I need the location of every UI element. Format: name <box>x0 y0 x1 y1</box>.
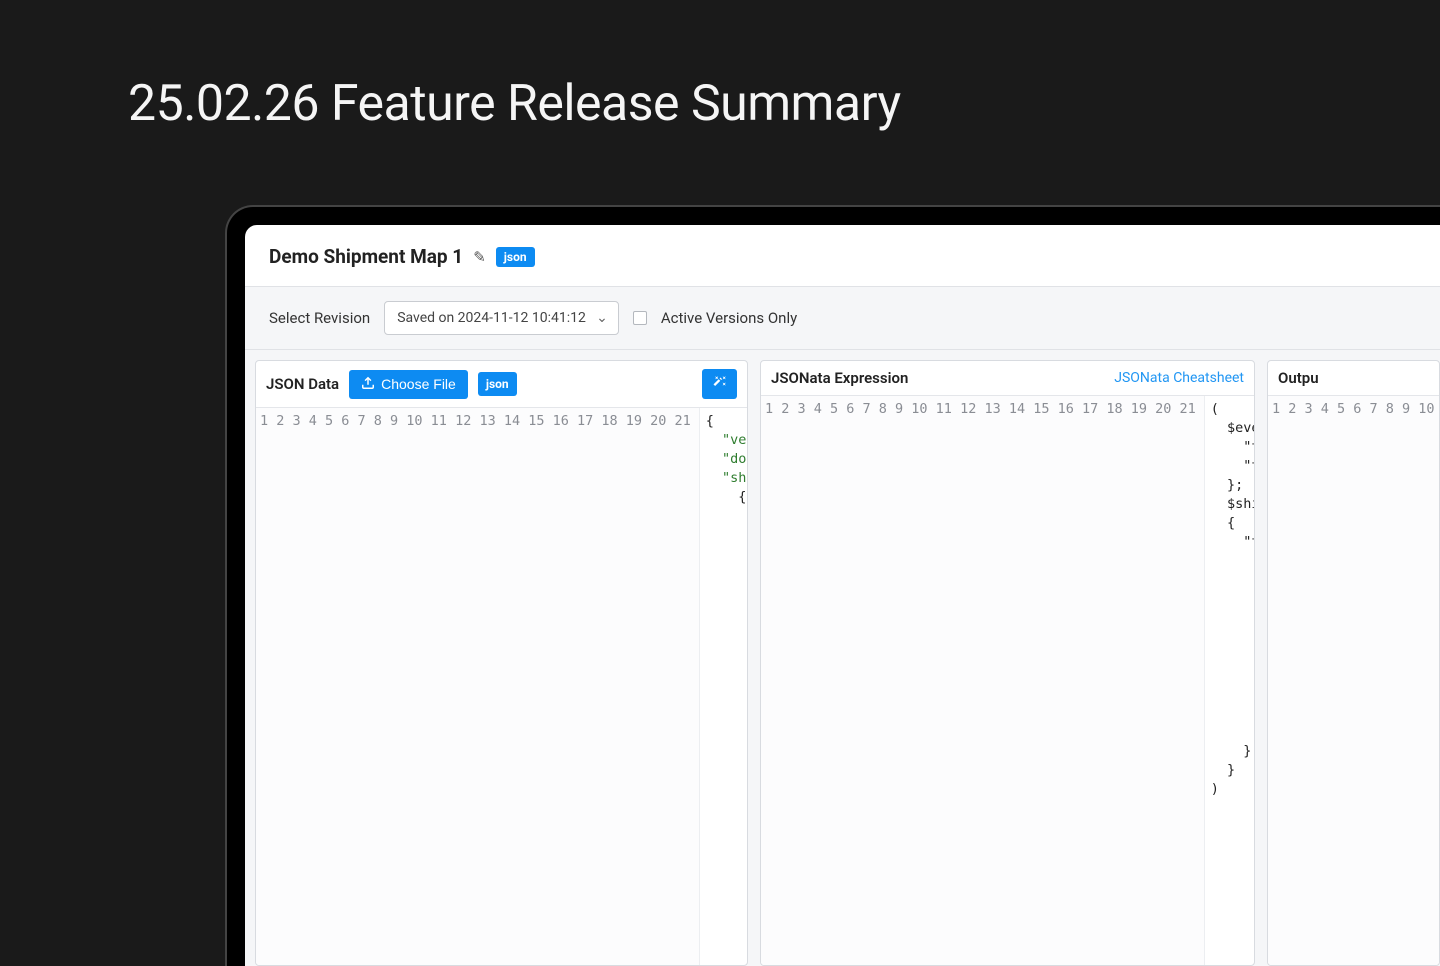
jsonata-cheatsheet-link[interactable]: JSONata Cheatsheet <box>1114 370 1244 386</box>
page-heading: 25.02.26 Feature Release Summary <box>0 0 1440 133</box>
choose-file-label: Choose File <box>381 376 456 392</box>
json-panel-title: JSON Data <box>266 375 339 393</box>
json-format-badge[interactable]: json <box>478 372 517 396</box>
output-panel: Outpu 1 2 3 4 5 6 7 8 9 10 11 12 13 14 1… <box>1267 360 1440 966</box>
json-lines: { "version": "1.96", "doc_type": "shipme… <box>700 408 747 965</box>
expr-lines: ( $eventCodes := { "t-key">"ARV""t-pun">… <box>1205 396 1254 965</box>
json-data-panel: JSON Data Choose File json <box>255 360 748 966</box>
json-gutter: 1 2 3 4 5 6 7 8 9 10 11 12 13 14 15 16 1… <box>256 408 700 965</box>
laptop-frame: Demo Shipment Map 1 ✎ json Select Revisi… <box>225 205 1440 966</box>
expr-panel-head: JSONata Expression JSONata Cheatsheet <box>761 361 1254 396</box>
revision-select[interactable]: Saved on 2024-11-12 10:41:12 ⌄ <box>384 301 619 335</box>
revision-bar: Select Revision Saved on 2024-11-12 10:4… <box>245 286 1440 350</box>
output-gutter: 1 2 3 4 5 6 7 8 9 10 11 12 13 14 15 16 1… <box>1268 396 1439 965</box>
expr-gutter: 1 2 3 4 5 6 7 8 9 10 11 12 13 14 15 16 1… <box>761 396 1205 965</box>
json-panel-head: JSON Data Choose File json <box>256 361 747 408</box>
json-badge: json <box>496 247 535 267</box>
active-only-checkbox[interactable] <box>633 311 647 325</box>
map-header: Demo Shipment Map 1 ✎ json <box>245 225 1440 286</box>
app-screen: Demo Shipment Map 1 ✎ json Select Revisi… <box>245 225 1440 966</box>
magic-wand-icon <box>712 375 727 393</box>
output-panel-head: Outpu <box>1268 361 1439 396</box>
magic-wand-button[interactable] <box>702 369 737 399</box>
revision-selected-value: Saved on 2024-11-12 10:41:12 <box>397 310 586 326</box>
choose-file-button[interactable]: Choose File <box>349 370 468 399</box>
expr-code-area[interactable]: 1 2 3 4 5 6 7 8 9 10 11 12 13 14 15 16 1… <box>761 396 1254 965</box>
expr-panel-title: JSONata Expression <box>771 369 908 387</box>
active-only-label: Active Versions Only <box>661 309 797 327</box>
chevron-down-icon: ⌄ <box>596 310 608 326</box>
map-title: Demo Shipment Map 1 <box>269 245 463 268</box>
upload-icon <box>361 376 375 393</box>
output-panel-title: Outpu <box>1278 369 1319 387</box>
pencil-icon[interactable]: ✎ <box>473 248 486 266</box>
output-code-area[interactable]: 1 2 3 4 5 6 7 8 9 10 11 12 13 14 15 16 1… <box>1268 396 1439 965</box>
panel-row: JSON Data Choose File json <box>245 350 1440 966</box>
jsonata-expression-panel: JSONata Expression JSONata Cheatsheet 1 … <box>760 360 1255 966</box>
revision-select-label: Select Revision <box>269 309 370 327</box>
json-code-area[interactable]: 1 2 3 4 5 6 7 8 9 10 11 12 13 14 15 16 1… <box>256 408 747 965</box>
